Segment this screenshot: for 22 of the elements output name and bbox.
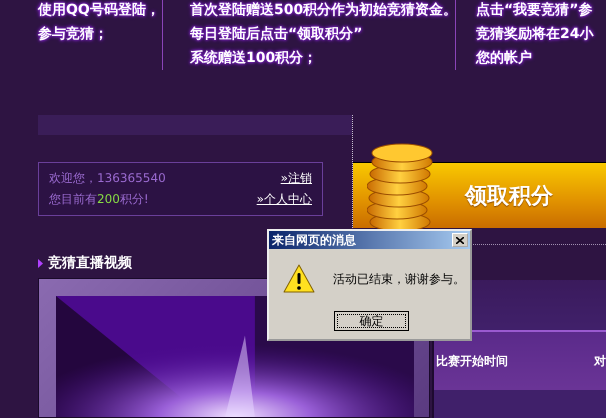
triangle-icon [38,258,43,268]
account-link[interactable]: »注销 [280,170,312,187]
intro-text: 竞猜奖励将在24小 [476,26,594,43]
intro-text: 参与竞猜； [38,26,109,43]
section-title: 竞猜直播视频 [48,254,132,272]
welcome-text: 欢迎您，136365540 [49,170,166,187]
ok-button[interactable]: 确定 [334,311,409,331]
intro-text: 系统赠送100积分； [190,50,318,67]
warning-icon [283,264,315,294]
intro-text: 您的帐户 [476,50,533,67]
close-icon [456,236,464,244]
intro-text: 使用QQ号码登陆， [38,2,161,19]
intro-text: 首次登陆赠送500积分作为初始竞猜资金。 [190,2,455,19]
points-text: 您目前有200积分! [49,191,150,208]
dialog-title: 来自网页的消息 [272,232,356,248]
column-header: 对 [594,352,606,370]
intro-text: 每日登陆后点击“领取积分” [190,26,364,43]
column-header: 比赛开始时间 [436,352,508,370]
account-link[interactable]: »个人中心 [256,191,312,208]
close-button[interactable] [452,233,468,247]
dialog-message: 活动已结束，谢谢参与。 [333,270,465,288]
intro-text: 点击“我要竞猜”参 [476,2,594,19]
